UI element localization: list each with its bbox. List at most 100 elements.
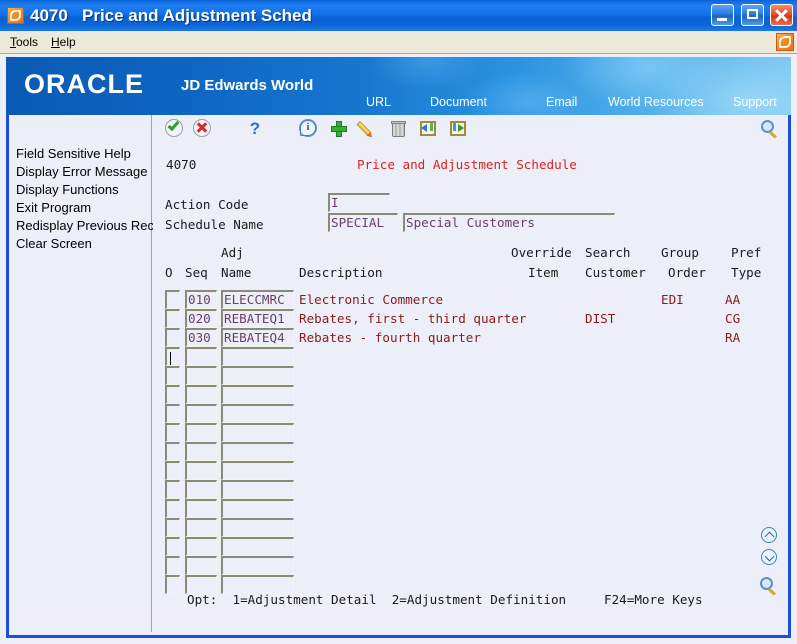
row-sequence-input[interactable] bbox=[185, 499, 217, 518]
page-up-button[interactable] bbox=[761, 527, 777, 543]
window-app-icon bbox=[7, 7, 24, 24]
minimize-button[interactable] bbox=[711, 4, 735, 26]
row-adjustment-name-input[interactable]: REBATEQ1 bbox=[221, 309, 294, 328]
row-option-input[interactable] bbox=[165, 556, 180, 575]
sidebar-item-display-functions[interactable]: Display Functions bbox=[16, 181, 158, 199]
delete-trash-icon[interactable] bbox=[389, 119, 409, 139]
row-sequence-input[interactable] bbox=[185, 556, 217, 575]
add-icon[interactable] bbox=[329, 119, 349, 139]
row-option-input[interactable] bbox=[165, 366, 180, 385]
row-option-input[interactable] bbox=[165, 480, 180, 499]
row-adjustment-name-input[interactable] bbox=[221, 461, 294, 480]
row-adjustment-name-input[interactable] bbox=[221, 518, 294, 537]
action-code-input[interactable]: I bbox=[328, 193, 390, 212]
row-option-input[interactable] bbox=[165, 518, 180, 537]
row-option-input[interactable] bbox=[165, 575, 180, 594]
table-row[interactable] bbox=[153, 347, 788, 366]
row-option-input[interactable] bbox=[165, 347, 180, 366]
row-adjustment-name-input[interactable] bbox=[221, 366, 294, 385]
row-sequence-input[interactable] bbox=[185, 480, 217, 499]
row-sequence-input[interactable] bbox=[185, 423, 217, 442]
banner-link-world-resources[interactable]: World Resources bbox=[608, 93, 704, 111]
row-sequence-input[interactable] bbox=[185, 385, 217, 404]
row-adjustment-name-input[interactable] bbox=[221, 404, 294, 423]
banner-link-email[interactable]: Email bbox=[546, 93, 577, 111]
table-row[interactable] bbox=[153, 499, 788, 518]
close-button[interactable] bbox=[770, 4, 793, 26]
table-row[interactable] bbox=[153, 423, 788, 442]
table-row[interactable] bbox=[153, 366, 788, 385]
table-row[interactable] bbox=[153, 385, 788, 404]
table-row[interactable] bbox=[153, 537, 788, 556]
row-option-input[interactable] bbox=[165, 499, 180, 518]
table-row[interactable] bbox=[153, 480, 788, 499]
table-row[interactable]: 020 REBATEQ1 Rebates, first - third quarte… bbox=[153, 309, 788, 328]
row-adjustment-name-input[interactable] bbox=[221, 556, 294, 575]
search-magnifier-icon-bottom[interactable] bbox=[760, 577, 778, 596]
screen-title: Price and Adjustment Schedule bbox=[357, 157, 577, 172]
menu-item-help-rest: elp bbox=[59, 35, 76, 49]
schedule-description-input[interactable]: Special Customers bbox=[403, 213, 615, 232]
row-sequence-input[interactable]: 030 bbox=[185, 328, 217, 347]
row-adjustment-name-input[interactable]: ELECCMRC bbox=[221, 290, 294, 309]
table-row[interactable] bbox=[153, 404, 788, 423]
row-sequence-input[interactable] bbox=[185, 518, 217, 537]
row-option-input[interactable] bbox=[165, 537, 180, 556]
row-adjustment-name-input[interactable] bbox=[221, 480, 294, 499]
row-sequence-input[interactable] bbox=[185, 404, 217, 423]
row-option-input[interactable] bbox=[165, 290, 180, 309]
search-magnifier-icon[interactable] bbox=[761, 120, 779, 139]
row-option-input[interactable] bbox=[165, 423, 180, 442]
table-row[interactable] bbox=[153, 518, 788, 537]
row-sequence-input[interactable] bbox=[185, 442, 217, 461]
table-row[interactable] bbox=[153, 556, 788, 575]
sidebar-item-redisplay-previous-record[interactable]: Redisplay Previous Rec bbox=[16, 217, 158, 235]
row-option-input[interactable] bbox=[165, 385, 180, 404]
title-bar: 4070 Price and Adjustment Sched bbox=[0, 0, 797, 32]
edit-pencil-icon[interactable] bbox=[356, 119, 379, 139]
row-option-input[interactable] bbox=[165, 442, 180, 461]
page-down-button[interactable] bbox=[761, 549, 777, 565]
cancel-icon[interactable] bbox=[193, 119, 213, 139]
table-row[interactable]: 010 ELECCMRC Electronic Commerce EDI AA bbox=[153, 290, 788, 309]
schedule-name-input[interactable]: SPECIAL bbox=[328, 213, 398, 232]
table-row[interactable] bbox=[153, 461, 788, 480]
info-icon[interactable]: i bbox=[299, 119, 319, 139]
sidebar-item-exit-program[interactable]: Exit Program bbox=[16, 199, 158, 217]
row-sequence-input[interactable]: 020 bbox=[185, 309, 217, 328]
oracle-logo-text: ORACLE bbox=[24, 69, 144, 99]
exit-previous-icon[interactable] bbox=[419, 119, 439, 139]
row-adjustment-name-input[interactable]: REBATEQ4 bbox=[221, 328, 294, 347]
row-adjustment-name-input[interactable] bbox=[221, 499, 294, 518]
row-sequence-input[interactable] bbox=[185, 366, 217, 385]
row-option-input[interactable] bbox=[165, 404, 180, 423]
row-adjustment-name-input[interactable] bbox=[221, 385, 294, 404]
sidebar-item-clear-screen[interactable]: Clear Screen bbox=[16, 235, 158, 253]
ok-icon[interactable] bbox=[165, 118, 185, 139]
row-option-input[interactable] bbox=[165, 328, 180, 347]
row-sequence-input[interactable] bbox=[185, 461, 217, 480]
row-adjustment-name-input[interactable] bbox=[221, 347, 294, 366]
banner-link-url[interactable]: URL bbox=[366, 93, 391, 111]
sidebar-item-display-error-message[interactable]: Display Error Message bbox=[16, 163, 158, 181]
banner-link-document[interactable]: Document bbox=[430, 93, 487, 111]
row-group-order-text: EDI bbox=[661, 292, 684, 307]
maximize-button[interactable] bbox=[740, 4, 764, 26]
row-sequence-input[interactable]: 010 bbox=[185, 290, 217, 309]
sidebar-item-field-sensitive-help[interactable]: Field Sensitive Help bbox=[16, 145, 158, 163]
row-adjustment-name-input[interactable] bbox=[221, 537, 294, 556]
table-row[interactable] bbox=[153, 442, 788, 461]
row-sequence-input[interactable] bbox=[185, 537, 217, 556]
row-option-input[interactable] bbox=[165, 309, 180, 328]
row-adjustment-name-input[interactable] bbox=[221, 423, 294, 442]
row-adjustment-name-input[interactable] bbox=[221, 442, 294, 461]
menu-item-help[interactable]: Help bbox=[46, 34, 81, 51]
action-toolbar: ? i bbox=[153, 115, 788, 143]
banner-link-support[interactable]: Support bbox=[733, 93, 777, 111]
row-sequence-input[interactable] bbox=[185, 347, 217, 366]
exit-next-icon[interactable] bbox=[449, 119, 469, 139]
help-question-icon[interactable]: ? bbox=[245, 119, 265, 139]
table-row[interactable]: 030 REBATEQ4 Rebates - fourth quarter RA bbox=[153, 328, 788, 347]
row-option-input[interactable] bbox=[165, 461, 180, 480]
menu-item-tools[interactable]: Tools bbox=[5, 34, 43, 51]
